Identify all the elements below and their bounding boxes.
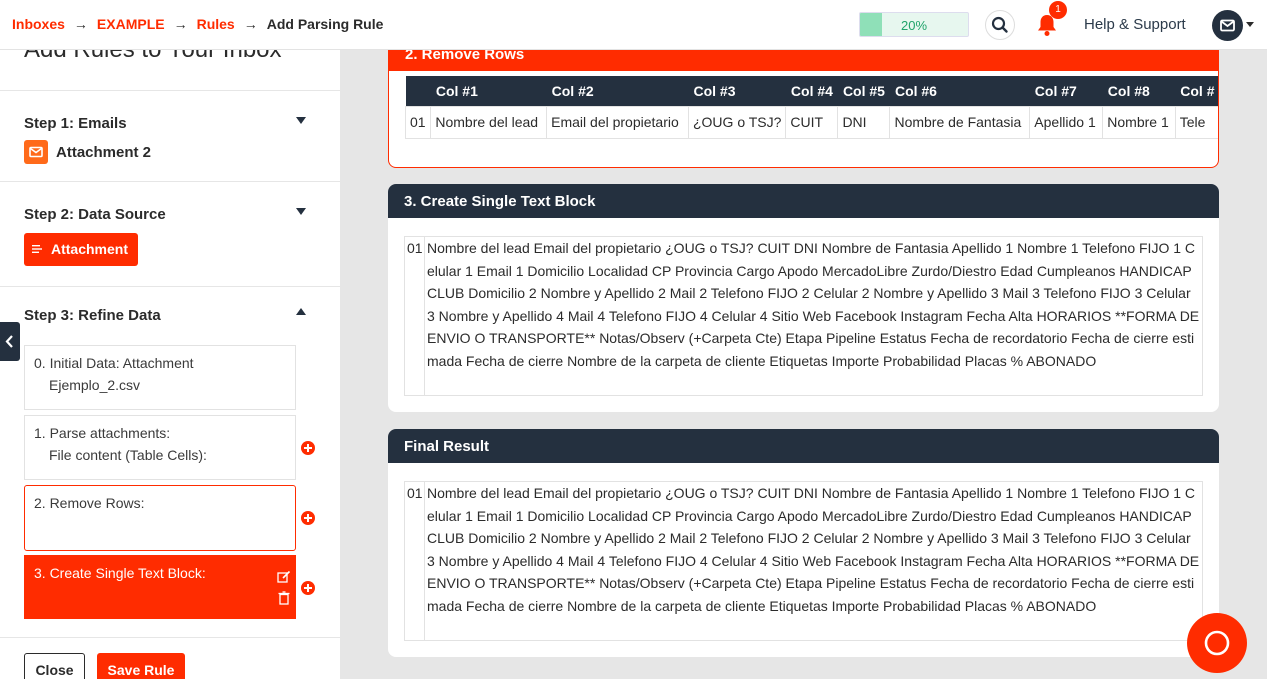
top-bar: Inboxes → EXAMPLE → Rules → Add Parsing … bbox=[0, 0, 1267, 50]
arrow-right-icon: → bbox=[73, 16, 88, 32]
page-title: Add Rules to Your Inbox bbox=[24, 50, 282, 64]
chevron-down-icon[interactable] bbox=[296, 117, 306, 124]
breadcrumb-inboxes[interactable]: Inboxes bbox=[12, 16, 65, 32]
column-header: Col # bbox=[1175, 76, 1218, 106]
rule-item-remove-rows[interactable]: 2. Remove Rows: bbox=[24, 485, 296, 551]
column-header: Col #4 bbox=[785, 76, 838, 106]
table-cell: ¿OUG o TSJ? bbox=[687, 105, 787, 139]
rule-label: 3. Create Single Text Block: bbox=[34, 565, 206, 581]
breadcrumb: Inboxes → EXAMPLE → Rules → Add Parsing … bbox=[12, 16, 383, 32]
divider bbox=[0, 181, 340, 182]
column-header: Col #1 bbox=[430, 76, 547, 106]
close-button[interactable]: Close bbox=[24, 653, 85, 679]
rule-sidebar: Add Rules to Your Inbox Step 1: Emails A… bbox=[0, 50, 340, 679]
collapse-sidebar-button[interactable] bbox=[0, 322, 20, 361]
remove-rows-card: 2. Remove Rows Col #1 Col #2 Col #3 Col … bbox=[388, 36, 1219, 168]
text-block-content: Nombre del lead Email del propietario ¿O… bbox=[427, 485, 1200, 614]
column-header: Col #6 bbox=[889, 76, 1030, 106]
search-button[interactable] bbox=[985, 10, 1015, 40]
table-cell: Nombre 1 bbox=[1102, 105, 1176, 139]
chat-support-button[interactable] bbox=[1187, 613, 1247, 673]
rule-label: 2. Remove Rows: bbox=[34, 495, 145, 511]
table-row: 01 Nombre del lead Email del propietario… bbox=[404, 105, 1218, 139]
divider bbox=[0, 286, 340, 287]
row-number: 01 bbox=[405, 482, 425, 640]
divider bbox=[0, 637, 340, 638]
progress-label: 20% bbox=[900, 18, 928, 33]
save-rule-button[interactable]: Save Rule bbox=[97, 653, 185, 679]
table-cell: Email del propietario bbox=[546, 105, 689, 139]
progress-bar: 20% bbox=[859, 12, 969, 37]
table-cell: Tele bbox=[1174, 105, 1218, 139]
column-header: Col #3 bbox=[688, 76, 786, 106]
text-block-row: 01 Nombre del lead Email del propietario… bbox=[404, 236, 1203, 396]
notification-badge: 1 bbox=[1049, 1, 1067, 19]
row-number: 01 bbox=[405, 237, 425, 395]
table-cell: Apellido 1 bbox=[1029, 105, 1104, 139]
add-rule-button[interactable] bbox=[301, 441, 315, 455]
account-menu[interactable] bbox=[1212, 10, 1243, 41]
mail-icon bbox=[1220, 19, 1235, 32]
rule-sublabel: File content (Table Cells): bbox=[49, 447, 207, 463]
column-header: Col #2 bbox=[546, 76, 689, 106]
add-rule-button[interactable] bbox=[301, 511, 315, 525]
add-rule-button[interactable] bbox=[301, 581, 315, 595]
card-title: Final Result bbox=[388, 429, 1219, 463]
arrow-right-icon: → bbox=[243, 16, 258, 32]
card-title: 3. Create Single Text Block bbox=[388, 184, 1219, 218]
rule-item-single-text-block[interactable]: 3. Create Single Text Block: bbox=[24, 555, 296, 619]
single-text-block-card: 3. Create Single Text Block 01 Nombre de… bbox=[388, 184, 1219, 412]
email-attachment-icon bbox=[24, 140, 48, 164]
text-block-content: Nombre del lead Email del propietario ¿O… bbox=[427, 240, 1200, 369]
list-icon bbox=[32, 245, 42, 253]
breadcrumb-current: Add Parsing Rule bbox=[266, 16, 384, 32]
chevron-up-icon[interactable] bbox=[296, 308, 306, 315]
column-header: Col #8 bbox=[1102, 76, 1176, 106]
row-number-header bbox=[405, 76, 431, 106]
edit-icon[interactable] bbox=[277, 570, 291, 584]
table-cell: 01 bbox=[404, 105, 432, 139]
step-1-title[interactable]: Step 1: Emails bbox=[24, 115, 127, 132]
table-header: Col #1 Col #2 Col #3 Col #4 Col #5 Col #… bbox=[405, 76, 1218, 106]
table-cell: Nombre de Fantasia bbox=[889, 105, 1031, 139]
text-block-row: 01 Nombre del lead Email del propietario… bbox=[404, 481, 1203, 641]
final-result-card: Final Result 01 Nombre del lead Email de… bbox=[388, 429, 1219, 657]
step-1-attachment: Attachment 2 bbox=[56, 144, 152, 161]
search-icon bbox=[991, 16, 1008, 33]
table-cell: DNI bbox=[837, 105, 891, 139]
remove-rows-table: Col #1 Col #2 Col #3 Col #4 Col #5 Col #… bbox=[404, 76, 1218, 139]
rule-sublabel: Ejemplo_2.csv bbox=[49, 377, 141, 393]
table-cell: Nombre del lead bbox=[430, 105, 548, 139]
chevron-down-icon[interactable] bbox=[1246, 22, 1254, 27]
chevron-down-icon[interactable] bbox=[296, 208, 306, 215]
trash-icon[interactable] bbox=[278, 591, 290, 605]
attachment-source-label: Attachment bbox=[51, 241, 129, 257]
help-support-link[interactable]: Help & Support bbox=[1084, 16, 1186, 33]
arrow-right-icon: → bbox=[173, 16, 188, 32]
rule-item-initial-data[interactable]: 0. Initial Data: Attachment Ejemplo_2.cs… bbox=[24, 345, 296, 410]
column-header: Col #5 bbox=[837, 76, 890, 106]
rule-item-parse-attachments[interactable]: 1. Parse attachments: File content (Tabl… bbox=[24, 415, 296, 480]
divider bbox=[0, 90, 340, 91]
rule-label: 0. Initial Data: Attachment bbox=[34, 355, 194, 371]
column-header: Col #7 bbox=[1029, 76, 1103, 106]
chevron-left-icon bbox=[5, 335, 13, 348]
chat-icon bbox=[1204, 630, 1230, 656]
table-cell: CUIT bbox=[785, 105, 839, 139]
step-2-title[interactable]: Step 2: Data Source bbox=[24, 206, 166, 223]
attachment-source-button[interactable]: Attachment bbox=[24, 233, 138, 266]
rule-label: 1. Parse attachments: bbox=[34, 425, 171, 441]
breadcrumb-example[interactable]: EXAMPLE bbox=[97, 16, 165, 32]
step-3-title[interactable]: Step 3: Refine Data bbox=[24, 307, 161, 324]
breadcrumb-rules[interactable]: Rules bbox=[197, 16, 235, 32]
